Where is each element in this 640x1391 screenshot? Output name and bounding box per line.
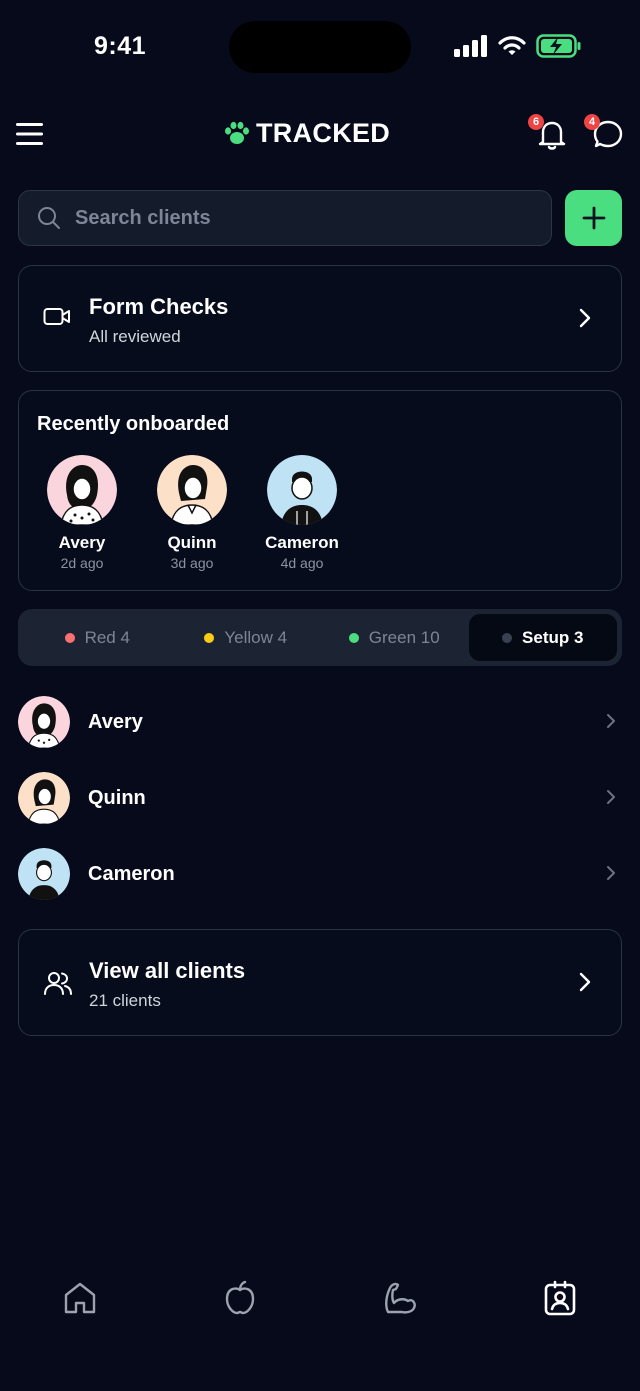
video-camera-icon xyxy=(43,308,70,325)
messages-badge: 4 xyxy=(584,114,600,130)
client-row[interactable]: Cameron xyxy=(18,847,622,901)
recent-client-time: 4d ago xyxy=(280,555,324,571)
dynamic-island xyxy=(229,21,411,73)
status-bar: 9:41 xyxy=(0,0,640,96)
red-dot-icon xyxy=(64,632,75,643)
avatar xyxy=(157,455,227,525)
client-name: Quinn xyxy=(88,786,146,809)
notifications-button[interactable]: 6 xyxy=(528,114,570,152)
client-name: Cameron xyxy=(88,862,175,885)
avatar xyxy=(18,772,70,824)
avatar xyxy=(18,696,70,748)
add-client-button[interactable] xyxy=(565,190,622,246)
recent-client-name: Quinn xyxy=(167,533,217,552)
app-screen: 9:41 TRACKED 6 4 Search clients Form Che… xyxy=(0,0,640,1391)
view-all-title: View all clients xyxy=(89,958,246,983)
recent-client-time: 2d ago xyxy=(60,555,104,571)
recent-clients-list: Avery 2d ago Quinn 3d ago Cameron 4d ago xyxy=(47,455,339,571)
recent-client-item[interactable]: Quinn 3d ago xyxy=(157,455,227,571)
gray-dot-icon xyxy=(502,632,513,643)
view-all-clients-card[interactable]: View all clients 21 clients xyxy=(18,929,622,1036)
avatar xyxy=(47,455,117,525)
green-dot-icon xyxy=(348,632,359,643)
chevron-right-icon xyxy=(579,308,591,328)
avatar xyxy=(18,848,70,900)
chevron-right-icon xyxy=(579,972,591,992)
filter-tab-label: Setup 3 xyxy=(522,627,584,647)
filter-tab-label: Green 10 xyxy=(368,627,440,647)
client-name: Avery xyxy=(88,710,143,733)
chevron-right-icon xyxy=(607,790,615,804)
filter-tab-yellow[interactable]: Yellow 4 xyxy=(172,614,321,661)
form-checks-card[interactable]: Form Checks All reviewed xyxy=(18,265,622,372)
recent-client-item[interactable]: Avery 2d ago xyxy=(47,455,117,571)
avatar xyxy=(267,455,337,525)
recent-client-item[interactable]: Cameron 4d ago xyxy=(265,455,339,571)
apple-icon[interactable] xyxy=(220,1278,260,1318)
view-all-subtitle: 21 clients xyxy=(89,991,161,1010)
brand-name: TRACKED xyxy=(256,118,391,148)
filter-tab-green[interactable]: Green 10 xyxy=(320,614,469,661)
filter-tab-label: Yellow 4 xyxy=(224,627,288,647)
bottom-tab-bar xyxy=(0,1270,640,1330)
recently-onboarded-card: Recently onboarded Avery 2d ago Quinn 3d… xyxy=(18,390,622,591)
signal-icon xyxy=(454,35,487,57)
home-icon[interactable] xyxy=(60,1278,100,1318)
search-input[interactable]: Search clients xyxy=(18,190,552,246)
messages-button[interactable]: 4 xyxy=(584,114,626,152)
paw-icon xyxy=(225,121,249,144)
yellow-dot-icon xyxy=(204,632,215,643)
search-placeholder: Search clients xyxy=(75,206,211,229)
recent-client-name: Cameron xyxy=(265,533,339,552)
recent-client-time: 3d ago xyxy=(170,555,214,571)
client-row[interactable]: Avery xyxy=(18,695,622,749)
form-checks-title: Form Checks xyxy=(89,294,229,319)
chevron-right-icon xyxy=(607,866,615,880)
plus-icon xyxy=(582,206,605,230)
status-time: 9:41 xyxy=(94,32,147,60)
wifi-icon xyxy=(498,36,526,55)
filter-tab-red[interactable]: Red 4 xyxy=(23,614,172,661)
brand-logo: TRACKED xyxy=(224,118,390,149)
app-header: TRACKED 6 4 xyxy=(0,108,640,162)
status-filter-tabs: Red 4 Yellow 4 Green 10 Setup 3 xyxy=(18,609,622,666)
recent-client-name: Avery xyxy=(58,533,106,552)
status-icons xyxy=(454,34,582,58)
filter-tab-setup[interactable]: Setup 3 xyxy=(468,614,617,661)
chevron-right-icon xyxy=(607,714,615,728)
menu-icon[interactable] xyxy=(16,122,44,146)
client-badge-icon[interactable] xyxy=(540,1278,580,1318)
form-checks-subtitle: All reviewed xyxy=(89,327,181,346)
client-row[interactable]: Quinn xyxy=(18,771,622,825)
battery-charging-icon xyxy=(536,34,581,58)
filter-tab-label: Red 4 xyxy=(84,627,130,647)
search-icon xyxy=(38,207,60,229)
recently-onboarded-title: Recently onboarded xyxy=(37,413,230,435)
flexed-arm-icon[interactable] xyxy=(380,1278,420,1318)
users-icon xyxy=(44,972,72,995)
notifications-badge: 6 xyxy=(528,114,544,130)
